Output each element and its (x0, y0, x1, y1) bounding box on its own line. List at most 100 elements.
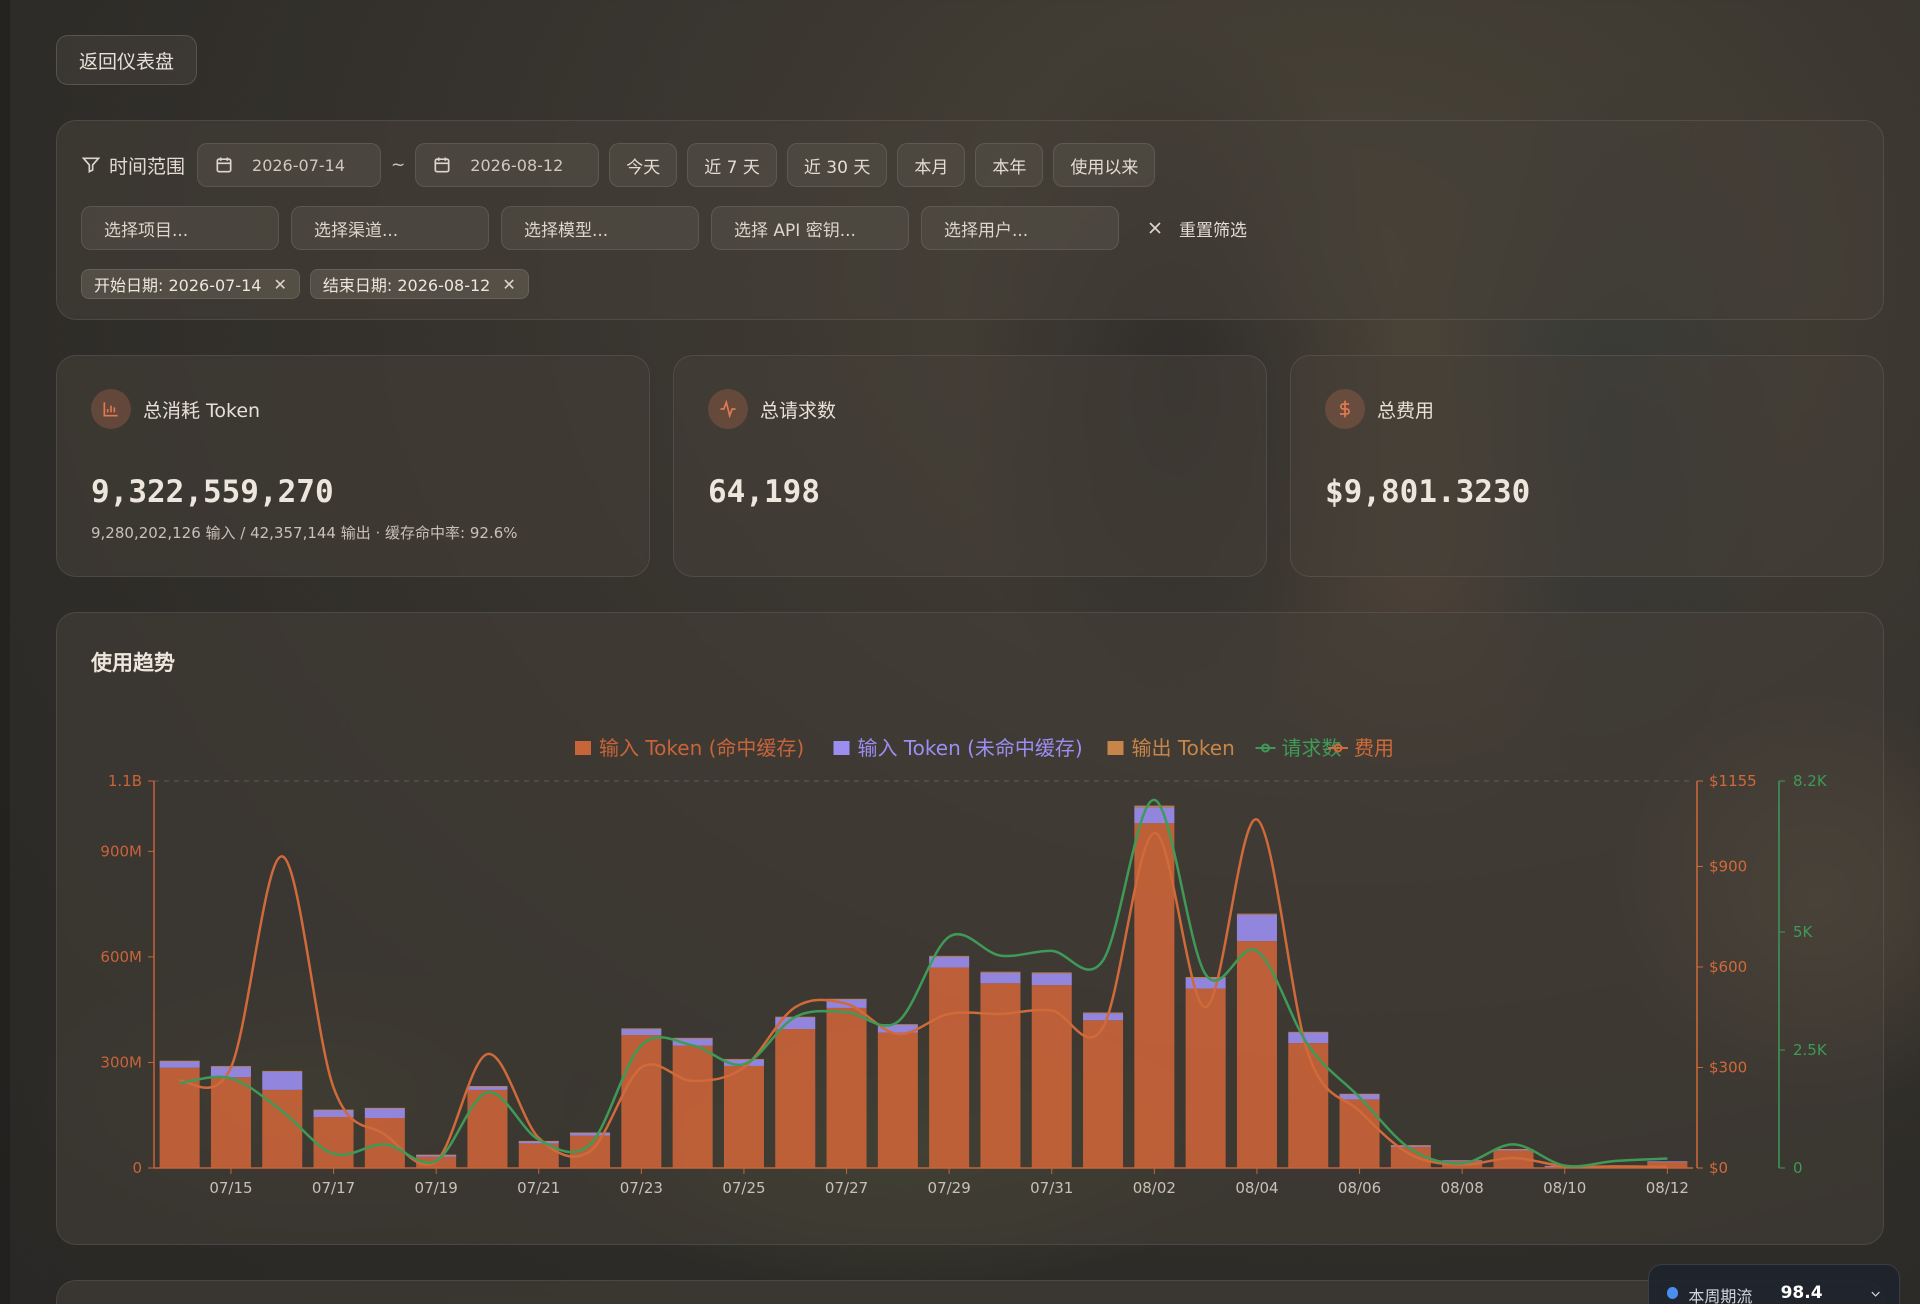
y-tick-label-right-requests: 0 (1793, 1159, 1803, 1177)
y-tick-label-right-cost: $1155 (1709, 772, 1757, 790)
bar-chart-icon (91, 389, 131, 429)
bar-output (672, 1037, 713, 1039)
x-tick-label: 08/12 (1646, 1179, 1689, 1197)
bar-cached (1134, 823, 1175, 1168)
filter-panel: 时间范围 2026-07-14 ~ 2026-08-12 今天 近 7 天 近 … (56, 120, 1884, 320)
bar-cached (1031, 985, 1072, 1168)
user-select[interactable]: 选择用户... (921, 206, 1119, 250)
bar-uncached (1647, 1161, 1688, 1163)
remove-tag-icon[interactable]: ✕ (502, 275, 515, 294)
stat-value: 9,322,559,270 (91, 474, 334, 510)
x-tick-label: 08/04 (1235, 1179, 1278, 1197)
bar-output (364, 1107, 405, 1109)
bar-output (1288, 1031, 1329, 1033)
bar-cached (313, 1116, 354, 1168)
y-tick-label-right-cost: $600 (1709, 958, 1747, 976)
y-tick-label-right-cost: $300 (1709, 1058, 1747, 1076)
range-7-days-button[interactable]: 近 7 天 (687, 143, 777, 187)
x-tick-label: 07/29 (928, 1179, 971, 1197)
bar-output (723, 1058, 764, 1060)
x-tick-label: 07/19 (415, 1179, 458, 1197)
legend-label: 输入 Token (未命中缓存) (858, 736, 1083, 760)
y-tick-label-left: 1.1B (108, 772, 142, 790)
active-filter-tag: 结束日期: 2026-08-12 ✕ (309, 269, 529, 299)
back-to-dashboard-button[interactable]: 返回仪表盘 (56, 35, 198, 85)
stat-subtext: 9,280,202,126 输入 / 42,357,144 输出 · 缓存命中率… (91, 524, 518, 542)
status-dot (1667, 1287, 1679, 1299)
bar-output (1339, 1093, 1380, 1095)
bar-output (980, 971, 1021, 973)
start-date-input[interactable]: 2026-07-14 (197, 143, 382, 187)
model-select[interactable]: 选择模型... (501, 206, 699, 250)
reset-filters-button[interactable]: 重置筛选 (1145, 216, 1247, 241)
bar-uncached (364, 1108, 405, 1119)
legend-label: 输入 Token (命中缓存) (599, 736, 804, 760)
bar-cached (1236, 941, 1277, 1168)
remove-tag-icon[interactable]: ✕ (273, 275, 286, 294)
stat-value: $9,801.3230 (1325, 474, 1531, 510)
traffic-indicator[interactable]: 本周期流量 98.4 GB (1648, 1264, 1900, 1304)
x-tick-label: 08/02 (1133, 1179, 1176, 1197)
calendar-icon (216, 157, 232, 173)
x-tick-label: 07/23 (620, 1179, 663, 1197)
active-tags-row: 开始日期: 2026-07-14 ✕ 结束日期: 2026-08-12 ✕ (81, 269, 539, 299)
usage-trend-panel: 使用趋势 输入 Token (命中缓存) 输入 Token (未命中缓存) 输出 T… (56, 612, 1884, 1245)
stat-title: 总请求数 (760, 399, 837, 422)
bar-uncached (1236, 914, 1277, 942)
bar-cached (877, 1032, 918, 1168)
time-range-label: 时间范围 (81, 152, 185, 179)
y-tick-label-right-requests: 2.5K (1793, 1041, 1828, 1059)
y-tick-label-left: 900M (100, 842, 142, 860)
bar-output (416, 1154, 457, 1156)
bar-output (262, 1070, 303, 1072)
date-separator: ~ (391, 155, 406, 175)
bar-uncached (159, 1061, 200, 1068)
bar-cached (980, 983, 1021, 1168)
range-all-time-button[interactable]: 使用以来 (1053, 143, 1156, 187)
range-today-button[interactable]: 今天 (609, 143, 678, 187)
y-tick-label-right-cost: $0 (1709, 1159, 1728, 1177)
next-panel (56, 1280, 1884, 1304)
end-date-input[interactable]: 2026-08-12 (415, 143, 600, 187)
x-tick-label: 07/31 (1030, 1179, 1073, 1197)
bar-output (621, 1028, 662, 1030)
range-30-days-button[interactable]: 近 30 天 (786, 143, 888, 187)
bar-output (826, 998, 867, 1000)
usage-trend-chart: 输入 Token (命中缓存) 输入 Token (未命中缓存) 输出 Token 请… (100, 736, 1828, 1197)
calendar-icon (434, 157, 450, 173)
total-requests-card: 总请求数 64,198 (673, 355, 1267, 577)
legend-swatch (1107, 741, 1124, 755)
range-this-month-button[interactable]: 本月 (897, 143, 966, 187)
y-tick-label-left: 0 (132, 1159, 142, 1177)
bar-output (1236, 913, 1277, 915)
bar-output (1083, 1012, 1124, 1014)
bar-cached (826, 1007, 867, 1168)
x-tick-label: 07/15 (209, 1179, 252, 1197)
legend-label: 费用 (1354, 736, 1394, 760)
bar-cached (929, 967, 970, 1168)
activity-icon (708, 389, 748, 429)
y-tick-label-left: 600M (100, 948, 142, 966)
y-tick-label-right-requests: 5K (1793, 923, 1814, 941)
stat-title: 总消耗 Token (143, 399, 261, 422)
project-select[interactable]: 选择项目... (81, 206, 279, 250)
channel-select[interactable]: 选择渠道... (291, 206, 489, 250)
chevron-down-icon (1871, 1291, 1880, 1297)
traffic-label: 本周期流量 (1688, 1287, 1753, 1304)
bar-output (159, 1060, 200, 1062)
bar-cached (672, 1045, 713, 1168)
range-this-year-button[interactable]: 本年 (975, 143, 1044, 187)
select-row: 选择项目... 选择渠道... 选择模型... 选择 API 密钥... 选择用… (81, 206, 1247, 250)
bar-uncached (1031, 973, 1072, 986)
bar-cached (1185, 988, 1226, 1168)
filter-icon (81, 157, 101, 174)
bar-cached (210, 1077, 251, 1168)
api-key-select[interactable]: 选择 API 密钥... (711, 206, 909, 250)
x-tick-label: 08/08 (1441, 1179, 1484, 1197)
bar-uncached (1083, 1013, 1124, 1021)
bar-cached (364, 1118, 405, 1168)
y-tick-label-left: 300M (100, 1053, 142, 1071)
bar-output (1134, 805, 1175, 808)
x-tick-label: 08/06 (1338, 1179, 1381, 1197)
x-tick-label: 08/10 (1543, 1179, 1586, 1197)
